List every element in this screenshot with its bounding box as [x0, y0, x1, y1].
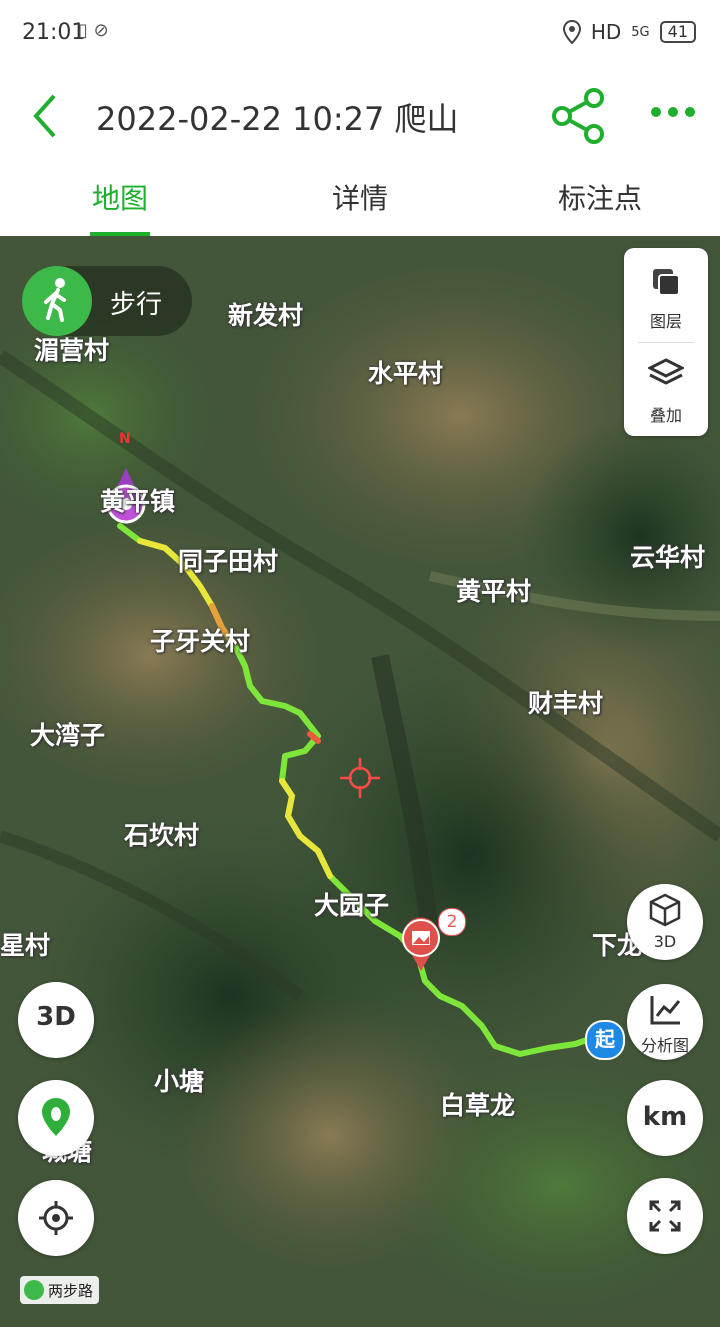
- tab-details[interactable]: 详情: [240, 166, 480, 236]
- place-label: 同子田村: [178, 547, 279, 576]
- status-right: HD 5G 41: [562, 20, 696, 44]
- app-logo: 两步路: [20, 1276, 100, 1304]
- north-indicator: N: [119, 431, 131, 447]
- locate-icon: [39, 1201, 73, 1235]
- chart-icon: [650, 996, 681, 1025]
- place-label: 小塘: [154, 1067, 205, 1096]
- fullscreen-icon: [649, 1200, 681, 1232]
- layers-label: 图层: [649, 312, 682, 331]
- notification-icons: ▯ ⊘: [78, 20, 109, 41]
- app-header: 2022-02-22 10:27 爬山: [0, 66, 720, 166]
- page-title: 2022-02-22 10:27 爬山: [96, 100, 459, 138]
- walking-icon: [22, 266, 92, 336]
- layers-icon: [653, 269, 680, 296]
- status-time: 21:01: [22, 20, 86, 45]
- place-label: 大湾子: [30, 721, 106, 750]
- place-label: 湄营村: [34, 336, 110, 365]
- back-icon[interactable]: [24, 88, 68, 144]
- 3d-view-button[interactable]: 3D: [627, 884, 703, 960]
- place-label: 黄平镇: [100, 487, 176, 516]
- footprint-icon: [42, 1098, 70, 1136]
- place-label: 大园子: [314, 891, 390, 920]
- analysis-chart-label: 分析图: [640, 1036, 689, 1055]
- cube-icon: [649, 893, 681, 927]
- activity-mode-label: 步行: [110, 290, 163, 320]
- tab-markers[interactable]: 标注点: [480, 166, 720, 236]
- signal-label: 5G: [631, 24, 650, 40]
- locate-button[interactable]: [18, 1180, 94, 1256]
- overlay-label: 叠加: [649, 406, 682, 425]
- unit-label: km: [642, 1102, 688, 1132]
- battery-indicator: 41: [659, 21, 696, 43]
- place-label: 云华村: [630, 543, 706, 572]
- photo-count-badge: 2: [438, 908, 466, 936]
- place-label: 黄平村: [456, 577, 532, 606]
- place-label: 白草龙: [440, 1091, 516, 1120]
- place-label: 星村: [0, 931, 51, 960]
- tab-map-label: 地图: [91, 182, 148, 215]
- more-icon[interactable]: [650, 102, 696, 122]
- overlay-button[interactable]: 叠加: [624, 342, 708, 436]
- 3d-toggle-label: 3D: [36, 1002, 76, 1032]
- 3d-toggle-button[interactable]: 3D: [18, 982, 94, 1058]
- place-label: 石坎村: [124, 821, 200, 850]
- status-bar: 21:01 ▯ ⊘ HD 5G 41: [0, 0, 720, 66]
- place-label: 新发村: [228, 301, 304, 330]
- tab-map[interactable]: 地图: [0, 166, 240, 236]
- map-view[interactable]: 新发村 水平村 湄营村 黄平镇 同子田村 云华村 黄平村 子牙关村 财丰村 大湾…: [0, 236, 720, 1327]
- analysis-chart-button[interactable]: 分析图: [627, 984, 703, 1060]
- satellite-terrain: [0, 236, 720, 1327]
- layers-button[interactable]: 图层: [624, 248, 708, 342]
- place-label: 子牙关村: [150, 627, 251, 656]
- tab-bar: 地图 详情 标注点: [0, 166, 720, 236]
- fullscreen-button[interactable]: [627, 1178, 703, 1254]
- tab-details-label: 详情: [331, 182, 388, 215]
- unit-button[interactable]: km: [627, 1080, 703, 1156]
- share-icon[interactable]: [548, 86, 608, 146]
- activity-mode-pill[interactable]: 步行: [22, 266, 192, 336]
- 3d-view-label: 3D: [653, 932, 677, 951]
- logo-text: 两步路: [48, 1281, 94, 1300]
- logo-icon: [24, 1280, 44, 1300]
- tab-markers-label: 标注点: [557, 182, 642, 215]
- start-marker[interactable]: 起: [585, 1020, 625, 1060]
- place-label: 财丰村: [528, 689, 604, 718]
- overlay-icon: [648, 358, 684, 385]
- footprint-button[interactable]: [18, 1080, 94, 1156]
- layer-panel: 图层 叠加: [624, 248, 708, 436]
- network-label: HD: [590, 20, 622, 44]
- location-icon: [562, 20, 581, 44]
- place-label: 水平村: [368, 359, 444, 388]
